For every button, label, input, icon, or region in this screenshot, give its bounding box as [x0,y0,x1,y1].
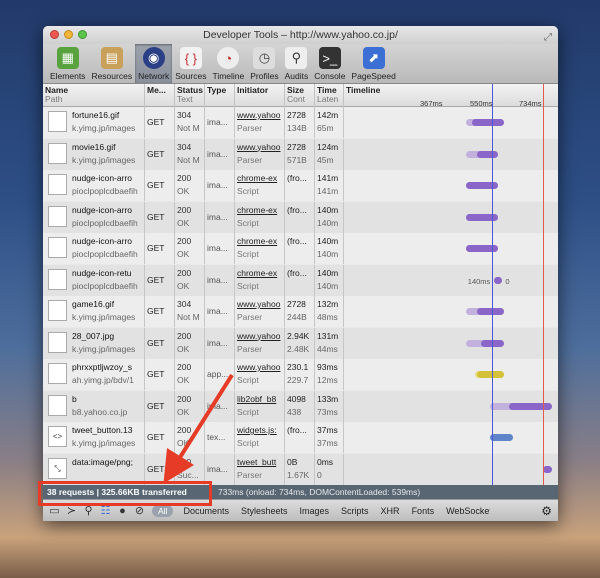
annotation-arrow [163,373,234,484]
arrow-line [163,373,234,484]
